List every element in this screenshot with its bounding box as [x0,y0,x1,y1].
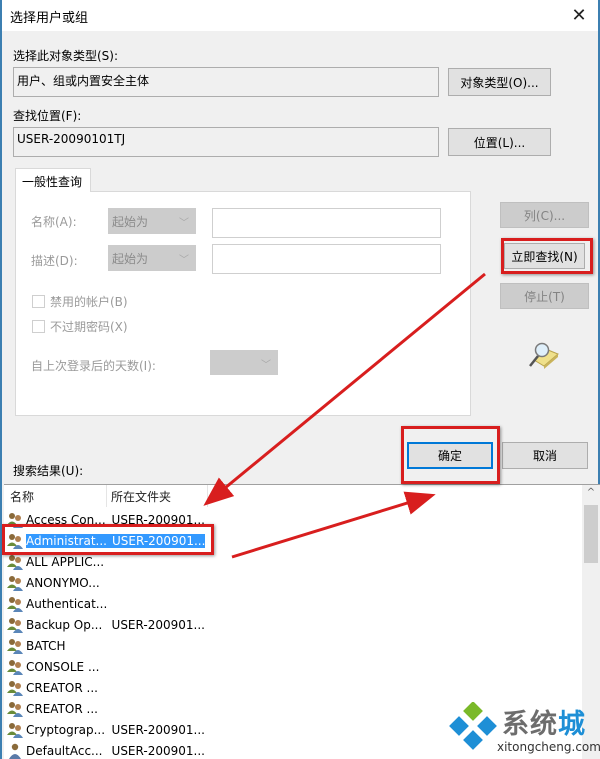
results-list-header: 名称 所在文件夹 [4,485,582,507]
result-row[interactable]: CREATOR ... [6,698,206,719]
result-row[interactable]: Administrat... USER-200901... [6,530,206,551]
chevron-down-icon: ﹀ [179,255,189,266]
result-folder: USER-200901... [109,533,205,548]
close-icon: ✕ [571,4,587,26]
group-icon [6,659,24,675]
stop-button[interactable]: 停止(T) [500,283,589,309]
group-icon [6,722,24,738]
group-icon [6,638,24,654]
find-now-button[interactable]: 立即查找(N) [504,243,585,269]
location-label: 查找位置(F): [13,109,82,123]
result-folder: USER-200901... [111,512,205,527]
group-icon [6,701,24,717]
general-queries-panel: 名称(A): 起始为 ﹀ 描述(D): 起始为 ﹀ 禁用的帐户(B) 不过期密码… [15,191,471,416]
result-name: DefaultAcc... [26,743,103,758]
result-folder: USER-200901... [111,743,205,758]
watermark-logo: 系统城 xitongcheng.com [447,700,600,759]
result-row[interactable]: Authenticat... [6,593,206,614]
non-expiring-password-label: 不过期密码(X) [50,320,128,334]
result-name: BATCH [26,638,66,653]
group-icon [6,617,24,633]
result-name: Authenticat... [26,596,108,611]
window-title: 选择用户或组 [10,11,89,26]
result-name: CREATOR ... [26,680,98,695]
column-header-folder[interactable]: 所在文件夹 [111,488,171,505]
group-icon [6,680,24,696]
columns-button[interactable]: 列(C)... [500,202,589,228]
non-expiring-password-checkbox-row[interactable]: 不过期密码(X) [32,318,128,335]
result-name: Cryptograp... [26,722,106,737]
disabled-accounts-label: 禁用的帐户(B) [50,295,128,309]
disabled-accounts-checkbox[interactable] [32,295,45,308]
ok-button[interactable]: 确定 [407,442,493,469]
name-match-select[interactable]: 起始为 ﹀ [108,208,196,234]
column-separator[interactable] [207,485,208,507]
result-row[interactable]: ALL APPLIC... [6,551,206,572]
result-row[interactable]: ANONYMO... [6,572,206,593]
column-separator[interactable] [106,485,107,507]
group-icon [6,554,24,570]
search-results-label: 搜索结果(U): [13,464,84,478]
result-row[interactable]: CONSOLE ... [6,656,206,677]
name-input[interactable] [212,208,441,238]
result-name: Backup Op... [26,617,103,632]
object-type-label: 选择此对象类型(S): [13,49,119,63]
result-row[interactable]: CREATOR ... [6,677,206,698]
result-row[interactable]: Access Con... USER-200901... [6,509,206,530]
days-since-login-select[interactable]: ﹀ [210,350,278,375]
non-expiring-password-checkbox[interactable] [32,320,45,333]
watermark-url: xitongcheng.com [497,740,600,754]
column-header-name[interactable]: 名称 [10,488,34,505]
result-row[interactable]: Cryptograp... USER-200901... [6,719,206,740]
select-users-or-groups-dialog: 选择用户或组 ✕ 选择此对象类型(S): 用户、组或内置安全主体 对象类型(O)… [0,0,600,759]
result-name: ANONYMO... [26,575,100,590]
locations-button[interactable]: 位置(L)... [448,128,551,156]
result-name: Access Con... [26,512,106,527]
result-folder: USER-200901... [111,617,205,632]
scroll-thumb[interactable] [584,505,598,563]
location-field: USER-20090101TJ [13,127,439,157]
description-match-value: 起始为 [112,252,149,266]
result-row[interactable]: DefaultAcc... USER-200901... [6,740,206,759]
result-name: Administrat... [26,533,109,548]
user-icon [6,743,24,759]
chevron-down-icon: ﹀ [179,218,189,229]
name-label: 名称(A): [31,215,77,229]
title-bar: 选择用户或组 ✕ [2,0,598,31]
close-button[interactable]: ✕ [566,3,592,27]
result-name: ALL APPLIC... [26,554,105,569]
result-row[interactable]: BATCH [6,635,206,656]
disabled-accounts-checkbox-row[interactable]: 禁用的帐户(B) [32,293,128,310]
watermark-text: 系统城 [502,709,586,740]
search-magnifier-icon [526,340,560,370]
group-icon [6,596,24,612]
result-name: CONSOLE ... [26,659,100,674]
result-folder: USER-200901... [111,722,205,737]
tab-general-queries[interactable]: 一般性查询 [15,168,91,192]
result-name: CREATOR ... [26,701,98,716]
description-match-select[interactable]: 起始为 ﹀ [108,245,196,271]
result-row[interactable]: Backup Op... USER-200901... [6,614,206,635]
description-label: 描述(D): [31,254,78,268]
group-icon [6,575,24,591]
group-icon [6,512,24,528]
days-since-login-label: 自上次登录后的天数(I): [31,359,156,373]
object-type-field: 用户、组或内置安全主体 [13,67,439,97]
object-types-button[interactable]: 对象类型(O)... [448,68,551,96]
watermark-diamond-icon [449,702,497,750]
description-input[interactable] [212,244,441,274]
group-icon [6,533,24,549]
scroll-up-arrow-icon[interactable]: ^ [582,487,600,504]
name-match-value: 起始为 [112,215,149,229]
cancel-button[interactable]: 取消 [502,442,588,469]
chevron-down-icon: ﹀ [261,360,271,371]
